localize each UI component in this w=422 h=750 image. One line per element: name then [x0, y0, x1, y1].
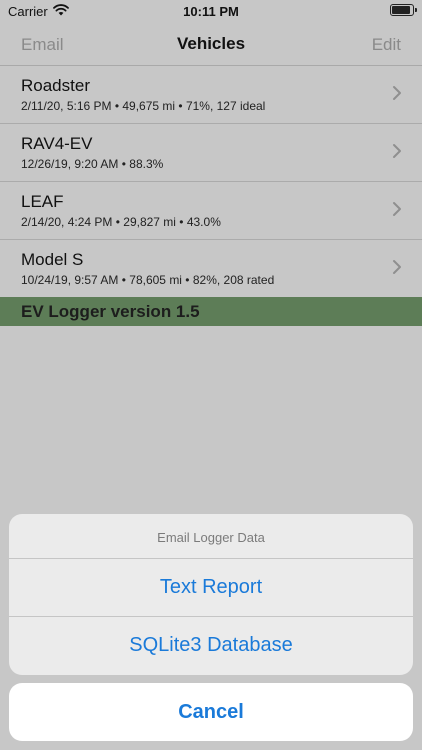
vehicle-name: Model S	[21, 250, 84, 269]
action-sheet-title: Email Logger Data	[9, 514, 413, 559]
sqlite-database-button[interactable]: SQLite3 Database	[9, 617, 413, 675]
vehicle-row-rav4-ev[interactable]: RAV4-EV 12/26/19, 9:20 AM • 88.3%	[0, 124, 422, 182]
vehicle-name: LEAF	[21, 192, 64, 211]
edit-button[interactable]: Edit	[372, 35, 401, 55]
vehicle-detail: 10/24/19, 9:57 AM • 78,605 mi • 82%, 208…	[21, 273, 275, 287]
chevron-right-icon	[393, 86, 401, 100]
chevron-right-icon	[393, 260, 401, 274]
navigation-bar: Email Vehicles Edit	[0, 22, 422, 66]
clock: 10:11 PM	[183, 4, 239, 19]
vehicle-name: Roadster	[21, 76, 90, 95]
status-bar: Carrier 10:11 PM	[0, 0, 422, 22]
cancel-button[interactable]: Cancel	[9, 683, 413, 741]
version-label: EV Logger version 1.5	[21, 302, 200, 321]
battery-icon	[390, 4, 417, 16]
action-sheet: Email Logger Data Text Report SQLite3 Da…	[9, 514, 413, 675]
version-banner: EV Logger version 1.5	[0, 297, 422, 326]
vehicle-row-roadster[interactable]: Roadster 2/11/20, 5:16 PM • 49,675 mi • …	[0, 66, 422, 124]
text-report-button[interactable]: Text Report	[9, 559, 413, 617]
vehicle-name: RAV4-EV	[21, 134, 93, 153]
chevron-right-icon	[393, 202, 401, 216]
vehicle-detail: 2/11/20, 5:16 PM • 49,675 mi • 71%, 127 …	[21, 99, 266, 113]
page-title: Vehicles	[176, 34, 246, 53]
vehicle-detail: 2/14/20, 4:24 PM • 29,827 mi • 43.0%	[21, 215, 221, 229]
vehicle-row-model-s[interactable]: Model S 10/24/19, 9:57 AM • 78,605 mi • …	[0, 240, 422, 298]
chevron-right-icon	[393, 144, 401, 158]
vehicle-row-leaf[interactable]: LEAF 2/14/20, 4:24 PM • 29,827 mi • 43.0…	[0, 182, 422, 240]
vehicle-list: Roadster 2/11/20, 5:16 PM • 49,675 mi • …	[0, 66, 422, 298]
vehicle-detail: 12/26/19, 9:20 AM • 88.3%	[21, 157, 164, 171]
